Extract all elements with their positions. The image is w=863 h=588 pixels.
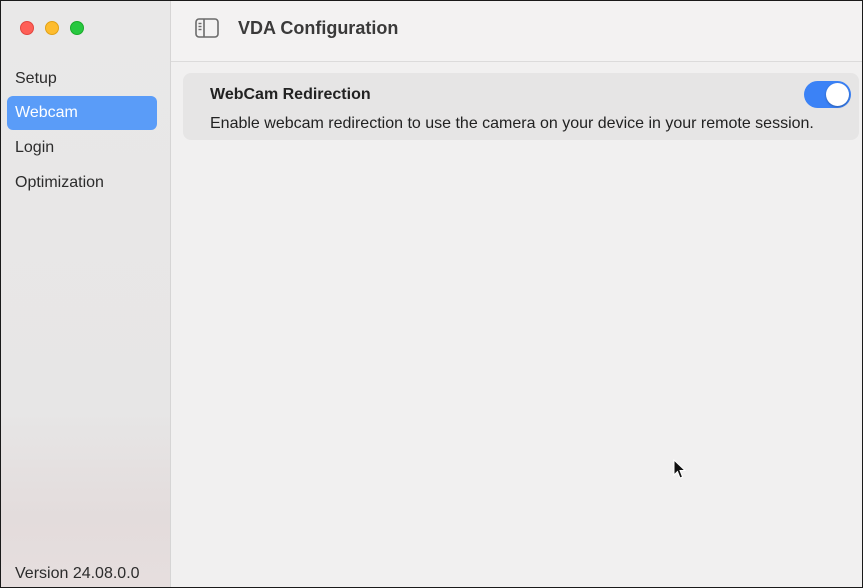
toolbar: VDA Configuration [171, 1, 862, 62]
webcam-redirection-toggle[interactable] [804, 81, 851, 108]
sidebar: Setup Webcam Login Optimization Version … [1, 1, 171, 587]
toggle-knob [826, 83, 849, 106]
card-title: WebCam Redirection [210, 86, 371, 103]
zoom-window-button[interactable] [70, 21, 84, 35]
main-content: WebCam Redirection Enable webcam redirec… [171, 62, 862, 587]
sidebar-item-optimization[interactable]: Optimization [7, 166, 157, 200]
sidebar-item-webcam[interactable]: Webcam [7, 96, 157, 130]
sidebar-item-login[interactable]: Login [7, 131, 157, 165]
version-label: Version 24.08.0.0 [15, 565, 140, 582]
card-description: Enable webcam redirection to use the cam… [210, 115, 814, 132]
close-window-button[interactable] [20, 21, 34, 35]
app-window: Setup Webcam Login Optimization Version … [0, 0, 863, 588]
sidebar-item-setup[interactable]: Setup [7, 62, 157, 96]
mouse-cursor-icon [673, 458, 687, 481]
page-title: VDA Configuration [238, 18, 399, 38]
minimize-window-button[interactable] [45, 21, 59, 35]
webcam-redirection-card: WebCam Redirection Enable webcam redirec… [183, 73, 859, 140]
sidebar-toggle-icon[interactable] [195, 18, 219, 38]
